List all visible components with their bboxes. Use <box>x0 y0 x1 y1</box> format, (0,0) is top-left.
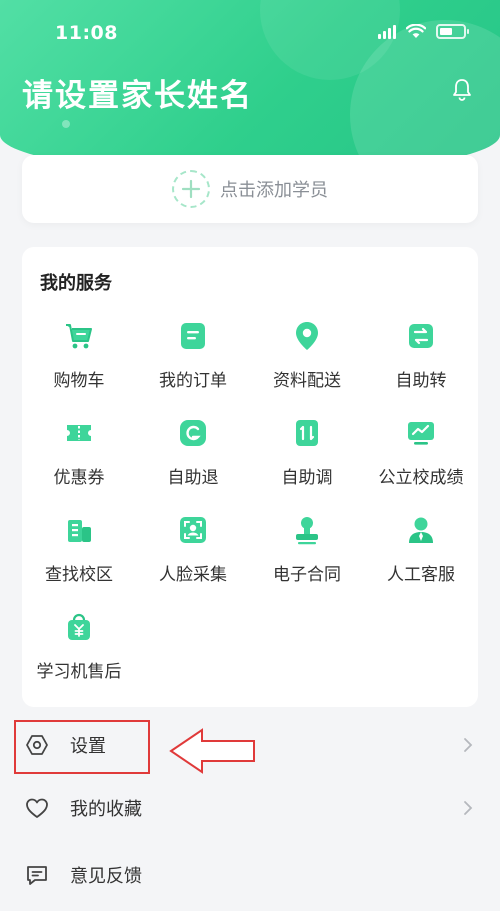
service-coupon[interactable]: 优惠券 <box>22 409 136 506</box>
service-label: 优惠券 <box>53 468 105 488</box>
service-self-transfer[interactable]: 自助转 <box>364 312 478 409</box>
service-e-contract[interactable]: 电子合同 <box>250 506 364 603</box>
service-face-capture[interactable]: 人脸采集 <box>136 506 250 603</box>
menu-item-feedback[interactable]: 意见反馈 <box>0 845 500 905</box>
services-grid: 购物车 我的订单 资料配送 自助转 优惠券 自助退 自助调 公立校成绩 查找校区… <box>22 312 478 700</box>
service-find-campus[interactable]: 查找校区 <box>22 506 136 603</box>
add-student-card[interactable]: 点击添加学员 <box>22 155 478 223</box>
signal-icon <box>378 24 396 39</box>
parent-name-title[interactable]: 请设置家长姓名 <box>22 70 253 115</box>
agent-icon <box>409 517 433 543</box>
settings-highlight-box <box>14 720 150 774</box>
status-time: 11:08 <box>55 22 118 44</box>
after-sales-bag-icon <box>68 613 90 640</box>
service-self-adjust[interactable]: 自助调 <box>250 409 364 506</box>
service-label: 我的订单 <box>159 371 227 391</box>
grade-monitor-icon <box>408 422 434 445</box>
service-public-school-grades[interactable]: 公立校成绩 <box>364 409 478 506</box>
chevron-right-icon <box>464 738 473 752</box>
service-label: 购物车 <box>53 371 105 391</box>
service-label: 人脸采集 <box>159 565 227 585</box>
service-self-refund[interactable]: 自助退 <box>136 409 250 506</box>
service-label: 电子合同 <box>273 565 341 585</box>
order-icon <box>181 323 205 349</box>
status-icons <box>378 24 469 39</box>
decorative-dot <box>62 120 70 128</box>
location-pin-icon <box>296 322 318 350</box>
stamp-icon <box>296 517 318 545</box>
left-arrow-annotation-icon <box>169 728 255 774</box>
service-label: 资料配送 <box>273 371 341 391</box>
building-icon <box>68 520 91 542</box>
chat-bubble-icon <box>27 866 47 885</box>
service-label: 查找校区 <box>45 565 113 585</box>
service-label: 自助退 <box>167 468 219 488</box>
service-label: 自助转 <box>395 371 447 391</box>
adjust-icon <box>296 420 318 446</box>
service-label: 公立校成绩 <box>378 468 464 488</box>
service-delivery[interactable]: 资料配送 <box>250 312 364 409</box>
service-cart[interactable]: 购物车 <box>22 312 136 409</box>
wifi-icon <box>406 24 426 38</box>
battery-icon <box>436 24 469 39</box>
cart-icon <box>66 324 92 349</box>
service-label: 学习机售后 <box>36 662 122 682</box>
service-label: 人工客服 <box>387 565 455 585</box>
bell-icon[interactable] <box>449 76 475 102</box>
transfer-icon <box>409 324 433 348</box>
chevron-right-icon <box>464 801 473 815</box>
menu-label: 我的收藏 <box>70 799 142 820</box>
services-card: 我的服务 购物车 我的订单 资料配送 自助转 优惠券 自助退 自助调 公立校成绩… <box>22 247 478 707</box>
service-customer-agent[interactable]: 人工客服 <box>364 506 478 603</box>
add-student-label: 点击添加学员 <box>220 180 328 201</box>
face-scan-icon <box>180 517 206 543</box>
services-title: 我的服务 <box>40 273 112 294</box>
status-bar: 11:08 <box>0 0 500 60</box>
menu-label: 意见反馈 <box>70 866 142 887</box>
add-icon <box>172 170 210 208</box>
service-orders[interactable]: 我的订单 <box>136 312 250 409</box>
heart-icon <box>26 798 48 818</box>
coupon-icon <box>67 425 91 441</box>
service-device-after-sales[interactable]: 学习机售后 <box>22 603 136 700</box>
menu-item-favorites[interactable]: 我的收藏 <box>0 778 500 838</box>
refund-icon <box>180 420 206 446</box>
service-label: 自助调 <box>281 468 333 488</box>
